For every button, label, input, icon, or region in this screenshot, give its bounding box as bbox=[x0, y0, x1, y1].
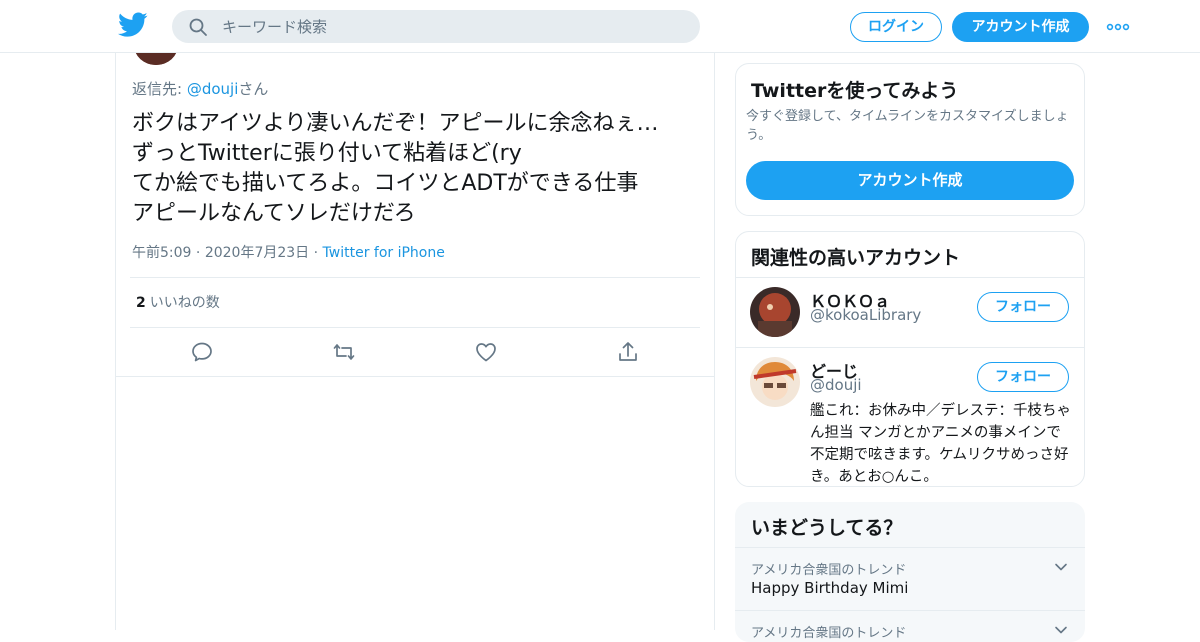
avatar[interactable] bbox=[750, 357, 800, 407]
follow-button[interactable]: フォロー bbox=[977, 362, 1069, 392]
tweet-text-line: ボクはアイツより凄いんだぞ！アピールに余念ねぇ… bbox=[132, 111, 659, 136]
share-icon[interactable] bbox=[616, 340, 640, 364]
trend-context: アメリカ合衆国のトレンド bbox=[751, 563, 907, 578]
related-accounts-card: 関連性の高いアカウント ＫＯＫＯａ @kokoaLibrary フォロー どーじ… bbox=[735, 231, 1085, 487]
chevron-down-icon[interactable] bbox=[1053, 559, 1069, 575]
search-input[interactable] bbox=[222, 10, 682, 43]
account-handle[interactable]: @douji bbox=[810, 376, 862, 394]
login-button[interactable]: ログイン bbox=[850, 12, 942, 42]
account-handle[interactable]: @kokoaLibrary bbox=[810, 306, 921, 324]
signup-card-button[interactable]: アカウント作成 bbox=[746, 161, 1074, 200]
avatar[interactable] bbox=[750, 287, 800, 337]
chevron-down-icon[interactable] bbox=[1053, 622, 1069, 638]
related-accounts-title: 関連性の高いアカウント bbox=[751, 247, 961, 269]
trend-item[interactable]: Happy Birthday Mimi bbox=[751, 579, 908, 597]
divider bbox=[735, 610, 1085, 611]
top-bar: ログイン アカウント作成 bbox=[0, 0, 1200, 53]
trends-card: いまどうしてる？ アメリカ合衆国のトレンド Happy Birthday Mim… bbox=[735, 502, 1085, 642]
twitter-bird-icon[interactable] bbox=[118, 12, 148, 38]
tweet-text-line: アピールなんてソレだけだろ bbox=[132, 201, 416, 226]
signup-card-description: 今すぐ登録して、タイムラインをカスタマイズしましょう。 bbox=[746, 109, 1069, 143]
signup-button[interactable]: アカウント作成 bbox=[952, 12, 1089, 42]
retweet-icon[interactable] bbox=[332, 340, 356, 364]
tweet-text-line: ずっとTwitterに張り付いて粘着ほど(ry bbox=[132, 141, 522, 166]
signup-card: Twitterを使ってみよう 今すぐ登録して、タイムラインをカスタマイズしましょ… bbox=[735, 63, 1085, 216]
divider bbox=[736, 277, 1084, 278]
like-icon[interactable] bbox=[474, 340, 498, 364]
tweet-date[interactable]: 2020年7月23日 bbox=[205, 245, 309, 261]
tweet-source[interactable]: Twitter for iPhone bbox=[323, 245, 445, 261]
reply-mention-link[interactable]: @douji bbox=[187, 80, 239, 98]
tweet-text-line: てか絵でも描いてろよ。コイツとADTができる仕事 bbox=[132, 171, 639, 196]
search-icon bbox=[189, 18, 207, 36]
like-count[interactable]: 2 いいねの数 bbox=[136, 292, 220, 312]
follow-button[interactable]: フォロー bbox=[977, 292, 1069, 322]
account-bio: 艦これ：お休み中／デレステ：千枝ちゃん担当 マンガとかアニメの事メインで不定期で… bbox=[810, 403, 1071, 485]
tweet-detail: 返信先: @doujiさん ボクはアイツより凄いんだぞ！アピールに余念ねぇ… ず… bbox=[115, 25, 715, 630]
divider bbox=[736, 347, 1084, 348]
divider bbox=[130, 277, 700, 278]
trends-title: いまどうしてる？ bbox=[751, 517, 903, 539]
trend-context: アメリカ合衆国のトレンド bbox=[751, 626, 907, 641]
signup-card-title: Twitterを使ってみよう bbox=[751, 80, 959, 102]
tweet-metadata: 午前5:09 · 2020年7月23日 · Twitter for iPhone bbox=[132, 245, 445, 261]
tweet-text: ボクはアイツより凄いんだぞ！アピールに余念ねぇ… ずっとTwitterに張り付い… bbox=[132, 109, 702, 229]
divider bbox=[130, 327, 700, 328]
search-box bbox=[172, 10, 700, 43]
divider bbox=[735, 547, 1085, 548]
reply-icon[interactable] bbox=[190, 340, 214, 364]
reply-to: 返信先: @doujiさん bbox=[132, 80, 269, 98]
tweet-time[interactable]: 午前5:09 bbox=[132, 245, 191, 261]
more-options-icon[interactable] bbox=[1106, 22, 1130, 32]
divider bbox=[116, 376, 714, 377]
